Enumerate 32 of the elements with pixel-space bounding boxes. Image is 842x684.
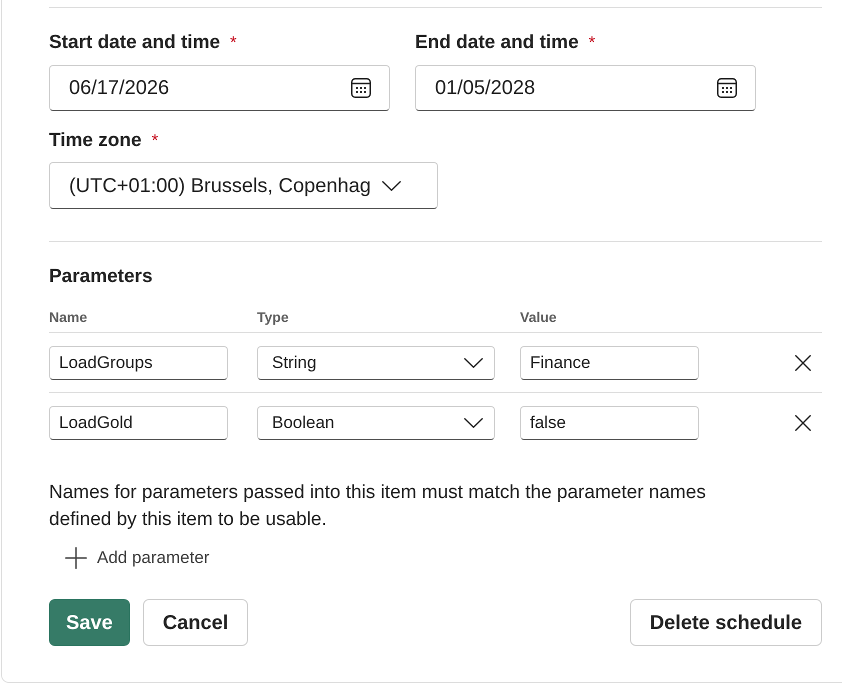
cancel-button[interactable]: Cancel — [142, 599, 248, 646]
chevron-down-icon — [382, 180, 401, 190]
chevron-down-icon — [464, 418, 483, 428]
calendar-icon — [717, 78, 737, 98]
type-dropdown[interactable]: Boolean — [257, 406, 495, 440]
field-label: End date and time — [415, 31, 579, 55]
close-icon — [795, 415, 811, 431]
value-input[interactable]: Finance — [520, 346, 699, 380]
name-input[interactable]: LoadGroups — [49, 346, 228, 380]
field-label: Time zone — [49, 129, 142, 153]
chevron-down-icon — [464, 358, 483, 368]
date-field[interactable]: 01/05/2028 — [415, 65, 756, 111]
value-input[interactable]: false — [520, 406, 699, 440]
column-header: Name — [49, 309, 88, 325]
field-label: Start date and time — [49, 31, 220, 55]
save-button[interactable]: Save — [49, 599, 130, 646]
section-title: Parameters — [49, 265, 153, 289]
plus-icon — [65, 547, 87, 569]
column-header: Type — [257, 309, 289, 325]
required-mark: * — [588, 32, 596, 54]
required-mark: * — [152, 130, 158, 152]
delete-schedule-button[interactable]: Delete schedule — [630, 599, 822, 646]
name-input[interactable]: LoadGold — [49, 406, 228, 440]
column-header: Value — [520, 309, 557, 325]
date-field[interactable]: 06/17/2026 — [49, 65, 390, 111]
parameters-note: Names for parameters passed into this item must match the parameter names defined by this item to be usable. — [49, 481, 707, 532]
calendar-icon — [351, 78, 371, 98]
time-zone-dropdown[interactable]: (UTC+01:00) Brussels, Copenhag — [49, 162, 438, 209]
required-mark: * — [230, 32, 237, 54]
add-parameter-button[interactable]: Add parameter — [65, 543, 210, 573]
type-dropdown[interactable]: String — [257, 346, 495, 380]
close-icon — [795, 355, 811, 371]
